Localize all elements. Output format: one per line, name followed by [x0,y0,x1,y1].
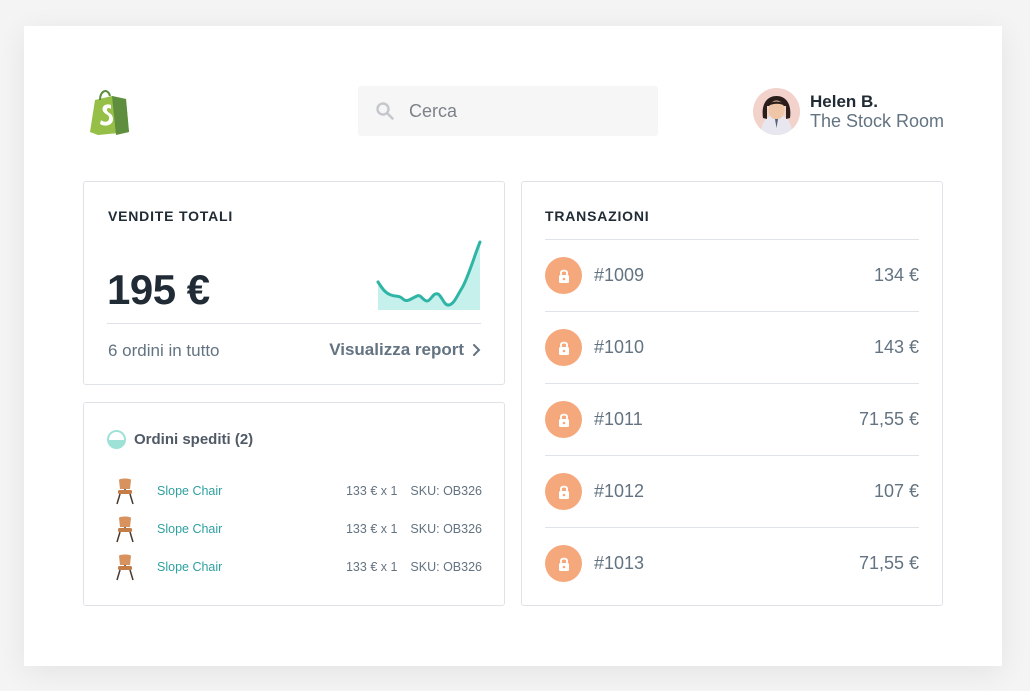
shopping-bag-icon [90,90,129,135]
transaction-id: #1009 [594,265,645,285]
list-item[interactable]: Slope Chair 133 € x 1 SKU: OB326 [110,552,482,582]
product-name-link[interactable]: Slope Chair [157,484,317,498]
lock-icon [558,341,569,355]
total-sales-card: VENDITE TOTALI 195 € 6 ordini in tutto V… [83,181,505,385]
transactions-card: TRANSAZIONI #1009 134 € #1010 143 € #101… [521,181,943,606]
transaction-row[interactable]: #1013 71,55 € [545,527,919,599]
lock-icon [558,413,569,427]
product-name-link[interactable]: Slope Chair [157,522,317,536]
transaction-id: #1012 [594,481,645,501]
search-bar[interactable] [358,86,658,136]
transaction-id: #1010 [594,337,645,357]
transactions-list: #1009 134 € #1010 143 € #1011 71,55 € #1… [545,239,919,599]
transaction-id: #1013 [594,553,645,573]
chair-icon [116,554,134,581]
lock-badge [545,257,582,294]
product-price-qty: 133 € x 1 [345,484,398,498]
transaction-row[interactable]: #1009 134 € [545,239,919,311]
product-sku: SKU: OB326 [410,560,482,574]
transaction-id: #1011 [594,409,643,429]
lock-badge [545,401,582,438]
search-input[interactable] [409,100,639,122]
fulfillment-status-icon [107,430,126,449]
transaction-amount: 143 € [873,337,919,357]
lock-icon [558,557,569,571]
user-profile[interactable]: Helen B. The Stock Room [753,88,944,135]
list-item[interactable]: Slope Chair 133 € x 1 SKU: OB326 [110,514,482,544]
chevron-right-icon [473,344,481,356]
lock-icon [558,485,569,499]
transaction-row[interactable]: #1010 143 € [545,311,919,383]
product-sku: SKU: OB326 [410,522,482,536]
shipped-orders-header: Ordini spediti (2) [107,430,253,449]
shopify-logo[interactable] [86,86,132,136]
shipped-orders-card: Ordini spediti (2) Slope Chair 133 € x 1… [83,402,505,606]
transaction-row[interactable]: #1011 71,55 € [545,383,919,455]
transaction-amount: 134 € [873,265,919,285]
card-title: VENDITE TOTALI [108,208,234,224]
lock-badge [545,329,582,366]
shipped-orders-title: Ordini spediti (2) [134,431,254,448]
product-price-qty: 133 € x 1 [345,522,398,536]
product-price-qty: 133 € x 1 [345,560,398,574]
divider [107,323,481,324]
lock-badge [545,473,582,510]
dashboard-window: Helen B. The Stock Room VENDITE TOTALI 1… [24,26,1002,666]
product-sku: SKU: OB326 [410,484,482,498]
chair-icon [116,516,134,543]
view-report-link[interactable]: Visualizza report [329,340,481,360]
orders-count: 6 ordini in tutto [108,341,220,360]
user-avatar-icon [753,88,800,135]
transaction-amount: 71,55 € [858,553,919,573]
lock-badge [545,545,582,582]
total-sales-value: 195 € [107,266,210,313]
lock-icon [558,269,569,283]
transaction-amount: 107 € [873,481,919,501]
card-title: TRANSAZIONI [545,208,650,224]
search-icon [376,102,394,120]
view-report-label: Visualizza report [329,340,464,359]
chair-icon [116,478,134,505]
product-name-link[interactable]: Slope Chair [157,560,317,574]
avatar[interactable] [753,88,800,135]
store-name: The Stock Room [810,111,945,131]
sales-sparkline [376,240,482,310]
list-item[interactable]: Slope Chair 133 € x 1 SKU: OB326 [110,476,482,506]
transaction-row[interactable]: #1012 107 € [545,455,919,527]
user-name: Helen B. [810,92,879,111]
transaction-amount: 71,55 € [858,409,919,429]
